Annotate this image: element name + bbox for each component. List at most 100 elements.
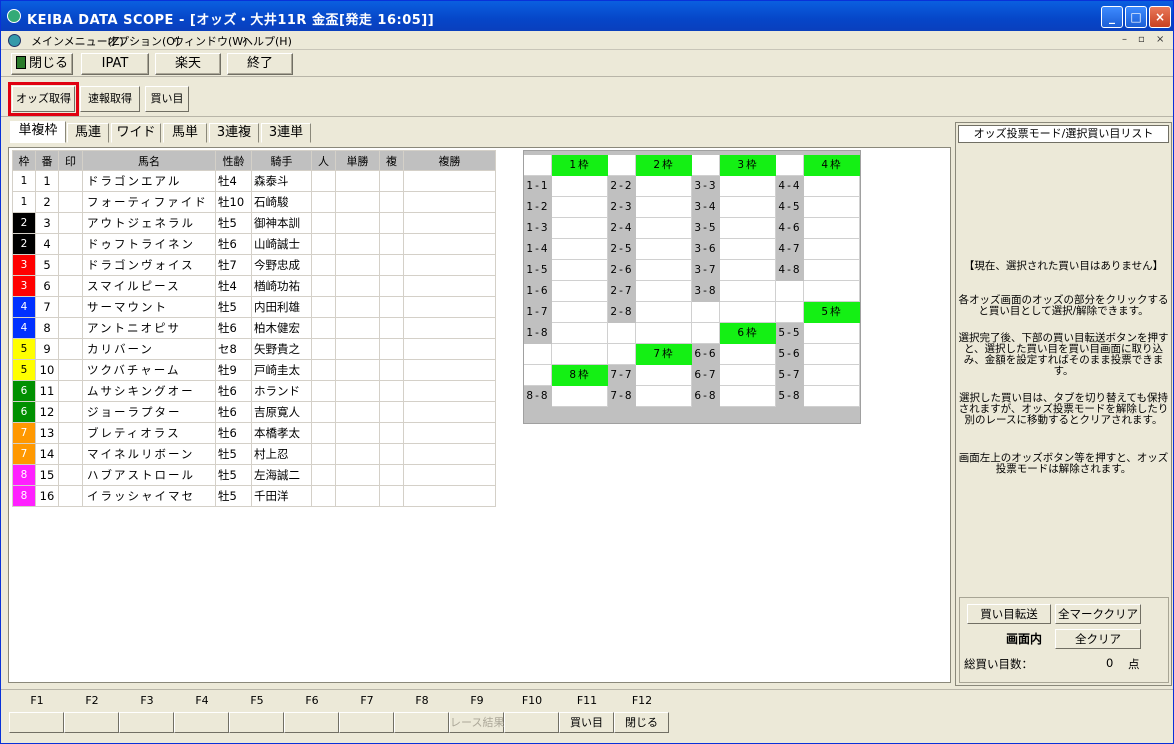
odds-cell[interactable] bbox=[608, 155, 636, 176]
odds-cell[interactable] bbox=[636, 386, 692, 407]
odds-cell[interactable] bbox=[804, 260, 860, 281]
fkey-button-f8[interactable] bbox=[394, 712, 449, 733]
fkey-button-f2[interactable] bbox=[64, 712, 119, 733]
odds-cell[interactable] bbox=[804, 365, 860, 386]
fkey-button-f3[interactable] bbox=[119, 712, 174, 733]
place-odds-cell[interactable] bbox=[403, 275, 496, 297]
place-odds-cell[interactable] bbox=[403, 170, 496, 192]
place-odds-cell[interactable] bbox=[403, 401, 496, 423]
table-row[interactable]: 5 9 カリバーン セ8 矢野貴之 bbox=[12, 338, 496, 360]
odds-cell[interactable] bbox=[692, 323, 720, 344]
odds-cell[interactable] bbox=[552, 344, 608, 365]
table-row[interactable]: 8 15 ハブアストロール 牡5 左海誠二 bbox=[12, 464, 496, 486]
win-odds-cell[interactable] bbox=[335, 464, 380, 486]
fkey-button-f7[interactable] bbox=[339, 712, 394, 733]
place-odds-cell[interactable] bbox=[403, 191, 496, 213]
place-rank-cell[interactable] bbox=[379, 317, 404, 339]
odds-cell[interactable] bbox=[720, 281, 776, 302]
odds-cell[interactable] bbox=[720, 176, 776, 197]
win-odds-cell[interactable] bbox=[335, 443, 380, 465]
odds-cell[interactable] bbox=[804, 197, 860, 218]
fkey-button-f11[interactable]: 買い目 bbox=[559, 712, 614, 733]
place-rank-cell[interactable] bbox=[379, 212, 404, 234]
place-odds-cell[interactable] bbox=[403, 254, 496, 276]
transfer-button[interactable]: 買い目転送 bbox=[967, 604, 1051, 624]
odds-cell[interactable] bbox=[552, 197, 608, 218]
odds-cell[interactable] bbox=[692, 155, 720, 176]
place-rank-cell[interactable] bbox=[379, 401, 404, 423]
place-rank-cell[interactable] bbox=[379, 422, 404, 444]
odds-cell[interactable] bbox=[804, 281, 860, 302]
table-row[interactable]: 2 4 ドゥフトライネン 牡6 山崎誠士 bbox=[12, 233, 496, 255]
odds-cell[interactable] bbox=[552, 323, 608, 344]
odds-cell[interactable] bbox=[608, 323, 636, 344]
place-rank-cell[interactable] bbox=[379, 191, 404, 213]
odds-cell[interactable] bbox=[720, 218, 776, 239]
table-row[interactable]: 5 10 ツクバチャーム 牡9 戸崎圭太 bbox=[12, 359, 496, 381]
place-odds-cell[interactable] bbox=[403, 359, 496, 381]
odds-cell[interactable] bbox=[804, 323, 860, 344]
get-odds-button[interactable]: オッズ取得 bbox=[8, 82, 79, 116]
maximize-button[interactable]: □ bbox=[1125, 6, 1147, 28]
table-row[interactable]: 2 3 アウトジェネラル 牡5 御神本訓 bbox=[12, 212, 496, 234]
win-odds-cell[interactable] bbox=[335, 191, 380, 213]
win-odds-cell[interactable] bbox=[335, 233, 380, 255]
rakuten-button[interactable]: 楽天 bbox=[155, 53, 221, 75]
odds-cell[interactable] bbox=[720, 302, 776, 323]
win-odds-cell[interactable] bbox=[335, 317, 380, 339]
odds-cell[interactable] bbox=[636, 323, 692, 344]
place-rank-cell[interactable] bbox=[379, 296, 404, 318]
menu-window[interactable]: ウィンドウ(W) bbox=[173, 33, 247, 49]
odds-cell[interactable] bbox=[552, 176, 608, 197]
table-row[interactable]: 4 7 サーマウント 牡5 内田利雄 bbox=[12, 296, 496, 318]
fkey-button-f4[interactable] bbox=[174, 712, 229, 733]
odds-cell[interactable] bbox=[552, 302, 608, 323]
fkey-button-f10[interactable] bbox=[504, 712, 559, 733]
place-rank-cell[interactable] bbox=[379, 275, 404, 297]
place-rank-cell[interactable] bbox=[379, 170, 404, 192]
fkey-button-f12[interactable]: 閉じる bbox=[614, 712, 669, 733]
win-odds-cell[interactable] bbox=[335, 401, 380, 423]
odds-cell[interactable] bbox=[804, 386, 860, 407]
place-odds-cell[interactable] bbox=[403, 233, 496, 255]
table-row[interactable]: 3 6 スマイルピース 牡4 楢崎功祐 bbox=[12, 275, 496, 297]
odds-cell[interactable] bbox=[804, 218, 860, 239]
close-window-button[interactable]: × bbox=[1149, 6, 1171, 28]
table-row[interactable]: 8 16 イラッシャイマセ 牡5 千田洋 bbox=[12, 485, 496, 507]
odds-cell[interactable] bbox=[636, 365, 692, 386]
place-odds-cell[interactable] bbox=[403, 296, 496, 318]
place-odds-cell[interactable] bbox=[403, 443, 496, 465]
odds-cell[interactable] bbox=[804, 239, 860, 260]
win-odds-cell[interactable] bbox=[335, 296, 380, 318]
odds-cell[interactable] bbox=[636, 218, 692, 239]
place-odds-cell[interactable] bbox=[403, 338, 496, 360]
win-odds-cell[interactable] bbox=[335, 170, 380, 192]
win-odds-cell[interactable] bbox=[335, 485, 380, 507]
fkey-button-f6[interactable] bbox=[284, 712, 339, 733]
clear-marks-button[interactable]: 全マーククリア bbox=[1055, 604, 1141, 624]
place-rank-cell[interactable] bbox=[379, 443, 404, 465]
odds-cell[interactable] bbox=[552, 386, 608, 407]
win-odds-cell[interactable] bbox=[335, 275, 380, 297]
odds-cell[interactable] bbox=[720, 365, 776, 386]
odds-cell[interactable] bbox=[552, 239, 608, 260]
place-rank-cell[interactable] bbox=[379, 464, 404, 486]
win-odds-cell[interactable] bbox=[335, 254, 380, 276]
table-row[interactable]: 4 8 アントニオピサ 牡6 柏木健宏 bbox=[12, 317, 496, 339]
odds-cell[interactable] bbox=[776, 302, 804, 323]
win-odds-cell[interactable] bbox=[335, 212, 380, 234]
place-odds-cell[interactable] bbox=[403, 317, 496, 339]
mdi-close-button[interactable]: × bbox=[1156, 34, 1164, 45]
odds-cell[interactable] bbox=[776, 281, 804, 302]
odds-cell[interactable] bbox=[636, 239, 692, 260]
odds-cell[interactable] bbox=[524, 344, 552, 365]
place-rank-cell[interactable] bbox=[379, 485, 404, 507]
exit-button[interactable]: 終了 bbox=[227, 53, 293, 75]
place-rank-cell[interactable] bbox=[379, 254, 404, 276]
fkey-button-f5[interactable] bbox=[229, 712, 284, 733]
win-odds-cell[interactable] bbox=[335, 338, 380, 360]
table-row[interactable]: 6 12 ジョーラプター 牡6 吉原寛人 bbox=[12, 401, 496, 423]
tab-wide[interactable]: ワイド bbox=[111, 123, 161, 143]
mdi-restore-button[interactable]: ▫ bbox=[1138, 34, 1145, 45]
ipat-button[interactable]: IPAT bbox=[81, 53, 149, 75]
